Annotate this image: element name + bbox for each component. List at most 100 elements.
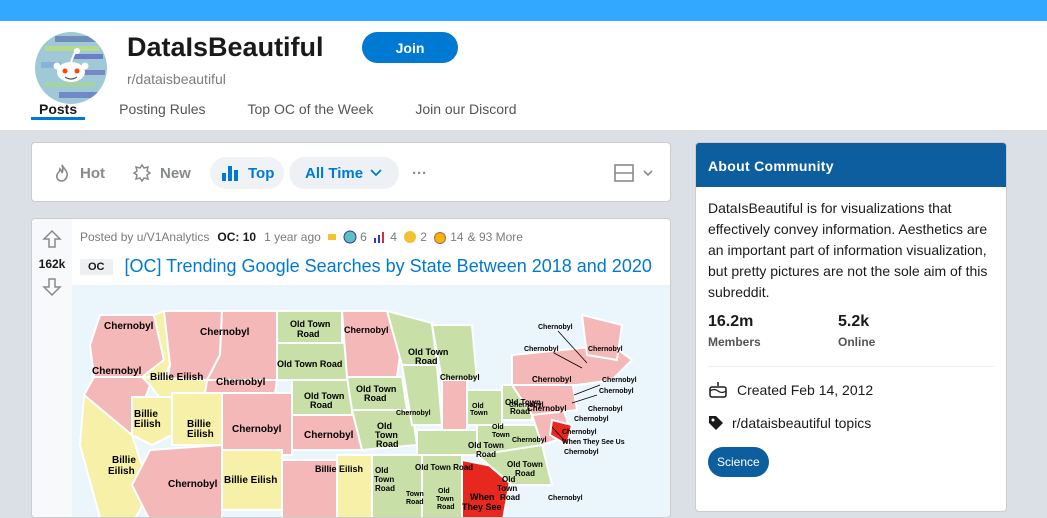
svg-text:Old Town Road: Old Town Road <box>415 463 473 472</box>
svg-text:Road: Road <box>437 504 455 511</box>
svg-text:Chernobyl: Chernobyl <box>532 375 572 384</box>
tab-posting-rules[interactable]: Posting Rules <box>111 101 213 120</box>
svg-text:Chernobyl: Chernobyl <box>509 402 544 409</box>
svg-text:When: When <box>470 492 495 502</box>
svg-text:Chernobyl: Chernobyl <box>104 321 154 332</box>
sort-new-button[interactable]: New <box>132 157 191 189</box>
award-icon[interactable]: 6 <box>343 230 367 244</box>
svg-text:Chernobyl: Chernobyl <box>574 416 609 423</box>
more-awards-link[interactable]: & 93 More <box>468 230 523 244</box>
svg-text:Chernobyl: Chernobyl <box>512 437 547 444</box>
svg-text:Old: Old <box>375 466 388 475</box>
created-date: Created Feb 14, 2012 <box>737 382 874 398</box>
chart-award-icon[interactable]: 4 <box>373 230 397 244</box>
svg-text:Chernobyl: Chernobyl <box>562 429 597 436</box>
about-community-panel: About Community DataIsBeautiful is for v… <box>695 142 1007 512</box>
svg-text:Chernobyl: Chernobyl <box>216 377 266 388</box>
topics-label: r/dataisbeautiful topics <box>732 415 872 431</box>
svg-text:Road: Road <box>476 450 496 459</box>
online-value: 5.2k <box>838 313 870 330</box>
time-range-label: All Time <box>305 164 364 182</box>
members-stat: 16.2m Members <box>708 313 761 349</box>
upvote-icon[interactable] <box>42 229 62 249</box>
more-options-button[interactable]: ··· <box>412 157 427 189</box>
svg-text:Eilish: Eilish <box>108 466 135 477</box>
svg-text:Road: Road <box>406 499 424 506</box>
join-button[interactable]: Join <box>362 32 458 63</box>
svg-text:Old: Old <box>438 488 450 495</box>
svg-text:Town: Town <box>492 432 510 439</box>
svg-text:Chernobyl: Chernobyl <box>396 410 431 417</box>
tag-icon <box>709 416 723 430</box>
created-row: Created Feb 14, 2012 <box>708 381 873 399</box>
post-image-map[interactable]: Chernobyl Chernobyl Old Town Road Cherno… <box>72 285 670 517</box>
flame-icon <box>56 164 68 182</box>
sort-hot-label: Hot <box>80 164 105 182</box>
svg-text:Chernobyl: Chernobyl <box>168 479 218 490</box>
svg-text:Chernobyl: Chernobyl <box>588 406 623 413</box>
time-range-dropdown[interactable]: All Time <box>289 157 400 189</box>
members-value: 16.2m <box>708 313 754 330</box>
more-options-label: ··· <box>412 164 427 182</box>
svg-text:Road: Road <box>500 493 520 502</box>
svg-text:Billie: Billie <box>112 455 136 466</box>
about-divider <box>708 366 994 367</box>
view-toggle-button[interactable] <box>614 157 654 189</box>
svg-text:Town: Town <box>436 496 454 503</box>
members-label: Members <box>708 335 761 349</box>
posted-by-link[interactable]: Posted by u/V1Analytics <box>80 230 209 244</box>
post-title-row: OC [OC] Trending Google Searches by Stat… <box>80 256 652 277</box>
tab-posts[interactable]: Posts <box>31 101 86 120</box>
hands-award-icon[interactable]: 2 <box>403 230 427 244</box>
svg-text:Billie Eilish: Billie Eilish <box>315 464 363 474</box>
svg-text:Old: Old <box>472 403 484 410</box>
community-name: r/dataisbeautiful <box>127 71 226 87</box>
svg-text:Chernobyl: Chernobyl <box>92 366 142 377</box>
svg-text:Chernobyl: Chernobyl <box>538 324 573 331</box>
community-header: DataIsBeautiful r/dataisbeautiful Join P… <box>0 21 1047 130</box>
svg-text:Road: Road <box>297 329 320 339</box>
svg-text:Chernobyl: Chernobyl <box>599 388 634 395</box>
vote-column: 162k <box>32 219 72 517</box>
svg-text:When They See Us: When They See Us <box>562 439 625 446</box>
svg-text:Old Town: Old Town <box>507 460 543 469</box>
svg-text:Road: Road <box>415 356 438 366</box>
tab-discord[interactable]: Join our Discord <box>407 101 524 120</box>
svg-text:Billie Eilish: Billie Eilish <box>150 372 203 383</box>
svg-text:Road: Road <box>376 439 399 449</box>
svg-text:Chernobyl: Chernobyl <box>304 430 354 441</box>
top-banner <box>0 0 1047 21</box>
vote-count: 162k <box>38 257 66 271</box>
community-avatar[interactable] <box>31 28 111 108</box>
medal-award-icon[interactable]: 14 <box>433 230 464 244</box>
cake-icon <box>709 382 727 398</box>
svg-text:Town: Town <box>470 410 488 417</box>
post-card[interactable]: 162k Posted by u/V1Analytics OC: 10 1 ye… <box>31 218 671 518</box>
burst-icon <box>132 163 152 183</box>
svg-text:Old: Old <box>502 475 515 484</box>
post-age[interactable]: 1 year ago <box>264 230 321 244</box>
svg-text:Old Town Road: Old Town Road <box>277 359 342 369</box>
bar-chart-icon <box>222 166 238 181</box>
post-meta: Posted by u/V1Analytics OC: 10 1 year ag… <box>80 230 523 244</box>
about-description: DataIsBeautiful is for visualizations th… <box>708 200 988 300</box>
topics-row[interactable]: r/dataisbeautiful topics <box>708 415 871 431</box>
svg-text:Road: Road <box>364 393 387 403</box>
gold-bar-icon <box>327 232 337 242</box>
svg-text:Chernobyl: Chernobyl <box>548 495 583 502</box>
tab-top-oc[interactable]: Top OC of the Week <box>240 101 382 120</box>
chevron-down-icon <box>643 170 653 177</box>
card-view-icon <box>614 164 634 182</box>
post-title[interactable]: [OC] Trending Google Searches by State B… <box>125 256 652 277</box>
sort-top-button[interactable]: Top <box>210 157 285 189</box>
svg-text:Chernobyl: Chernobyl <box>602 377 637 384</box>
community-title: DataIsBeautiful <box>127 32 324 62</box>
svg-text:Chernobyl: Chernobyl <box>440 373 480 382</box>
topic-chip-science[interactable]: Science <box>708 447 769 477</box>
svg-text:Eilish: Eilish <box>187 429 214 440</box>
sort-hot-button[interactable]: Hot <box>52 157 105 189</box>
downvote-icon[interactable] <box>42 277 62 297</box>
svg-text:Road: Road <box>515 469 535 478</box>
community-nav: Posts Posting Rules Top OC of the Week J… <box>31 101 550 120</box>
post-flair[interactable]: OC <box>80 258 113 275</box>
